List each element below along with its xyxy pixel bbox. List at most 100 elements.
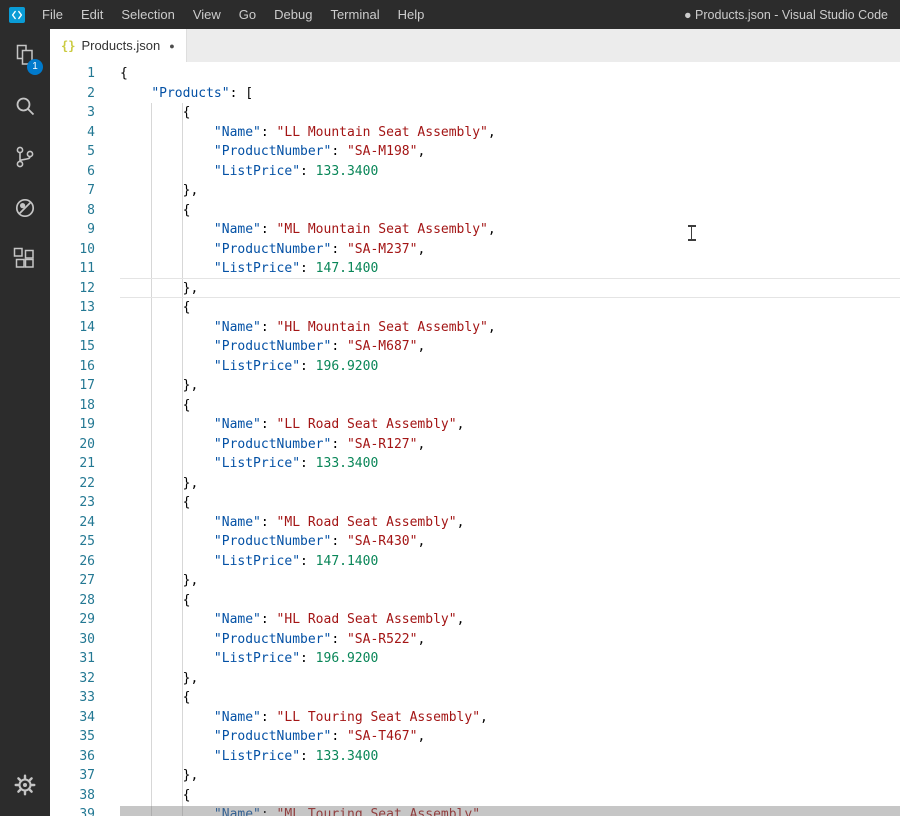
horizontal-scrollbar[interactable]	[120, 806, 900, 816]
code-line-17[interactable]: 17 },	[50, 376, 900, 396]
code-line-16[interactable]: 16 "ListPrice": 196.9200	[50, 357, 900, 377]
activity-item-explorer[interactable]: 1	[0, 29, 50, 80]
code-line-30[interactable]: 30 "ProductNumber": "SA-R522",	[50, 630, 900, 650]
code-line-2[interactable]: 2 "Products": [	[50, 84, 900, 104]
code-line-34[interactable]: 34 "Name": "LL Touring Seat Assembly",	[50, 708, 900, 728]
line-number[interactable]: 28	[50, 591, 95, 611]
code-line-32[interactable]: 32 },	[50, 669, 900, 689]
line-number[interactable]: 16	[50, 357, 95, 377]
line-content[interactable]: },	[95, 669, 198, 689]
code-line-28[interactable]: 28 {	[50, 591, 900, 611]
line-number[interactable]: 27	[50, 571, 95, 591]
line-number[interactable]: 36	[50, 747, 95, 767]
line-number[interactable]: 1	[50, 64, 95, 84]
code-line-6[interactable]: 6 "ListPrice": 133.3400	[50, 162, 900, 182]
line-number[interactable]: 4	[50, 123, 95, 143]
code-line-20[interactable]: 20 "ProductNumber": "SA-R127",	[50, 435, 900, 455]
line-content[interactable]: "ListPrice": 196.9200	[95, 649, 378, 669]
line-content[interactable]: },	[95, 376, 198, 396]
line-content[interactable]: "ProductNumber": "SA-M237",	[95, 240, 425, 260]
activity-item-source-control[interactable]	[0, 131, 50, 182]
line-number[interactable]: 15	[50, 337, 95, 357]
line-content[interactable]: {	[95, 786, 190, 806]
code-line-27[interactable]: 27 },	[50, 571, 900, 591]
line-content[interactable]: {	[95, 103, 190, 123]
activity-item-search[interactable]	[0, 80, 50, 131]
code-line-26[interactable]: 26 "ListPrice": 147.1400	[50, 552, 900, 572]
activity-item-extensions[interactable]	[0, 233, 50, 284]
code-line-24[interactable]: 24 "Name": "ML Road Seat Assembly",	[50, 513, 900, 533]
line-content[interactable]: {	[95, 201, 190, 221]
line-number[interactable]: 14	[50, 318, 95, 338]
line-content[interactable]: "ListPrice": 147.1400	[95, 552, 378, 572]
menu-edit[interactable]: Edit	[72, 0, 112, 29]
line-content[interactable]: },	[95, 766, 198, 786]
line-content[interactable]: },	[95, 571, 198, 591]
menu-selection[interactable]: Selection	[112, 0, 183, 29]
code-line-19[interactable]: 19 "Name": "LL Road Seat Assembly",	[50, 415, 900, 435]
code-line-1[interactable]: 1{	[50, 64, 900, 84]
line-number[interactable]: 13	[50, 298, 95, 318]
line-content[interactable]: },	[95, 279, 198, 299]
code-line-14[interactable]: 14 "Name": "HL Mountain Seat Assembly",	[50, 318, 900, 338]
line-number[interactable]: 17	[50, 376, 95, 396]
line-number[interactable]: 21	[50, 454, 95, 474]
line-number[interactable]: 23	[50, 493, 95, 513]
code-line-22[interactable]: 22 },	[50, 474, 900, 494]
code-area[interactable]: 1{2 "Products": [3 {4 "Name": "LL Mounta…	[50, 64, 900, 816]
editor[interactable]: 1{2 "Products": [3 {4 "Name": "LL Mounta…	[50, 62, 900, 816]
line-content[interactable]: {	[95, 64, 128, 84]
line-content[interactable]: "Name": "HL Mountain Seat Assembly",	[95, 318, 496, 338]
line-number[interactable]: 8	[50, 201, 95, 221]
code-line-10[interactable]: 10 "ProductNumber": "SA-M237",	[50, 240, 900, 260]
code-line-36[interactable]: 36 "ListPrice": 133.3400	[50, 747, 900, 767]
tab-products-json[interactable]: {} Products.json ●	[50, 29, 187, 62]
code-line-31[interactable]: 31 "ListPrice": 196.9200	[50, 649, 900, 669]
line-number[interactable]: 37	[50, 766, 95, 786]
line-number[interactable]: 38	[50, 786, 95, 806]
line-number[interactable]: 34	[50, 708, 95, 728]
line-number[interactable]: 6	[50, 162, 95, 182]
line-content[interactable]: "ListPrice": 133.3400	[95, 162, 378, 182]
activity-item-debug[interactable]	[0, 182, 50, 233]
line-number[interactable]: 30	[50, 630, 95, 650]
line-content[interactable]: "Name": "LL Road Seat Assembly",	[95, 415, 464, 435]
line-number[interactable]: 19	[50, 415, 95, 435]
menu-debug[interactable]: Debug	[265, 0, 321, 29]
line-content[interactable]: "ProductNumber": "SA-M198",	[95, 142, 425, 162]
line-content[interactable]: "ListPrice": 133.3400	[95, 454, 378, 474]
line-number[interactable]: 32	[50, 669, 95, 689]
line-content[interactable]: "Name": "ML Road Seat Assembly",	[95, 513, 464, 533]
line-number[interactable]: 26	[50, 552, 95, 572]
code-line-9[interactable]: 9 "Name": "ML Mountain Seat Assembly",	[50, 220, 900, 240]
line-number[interactable]: 18	[50, 396, 95, 416]
line-number[interactable]: 39	[50, 805, 95, 816]
line-content[interactable]: "ListPrice": 196.9200	[95, 357, 378, 377]
line-content[interactable]: "Name": "LL Mountain Seat Assembly",	[95, 123, 496, 143]
line-content[interactable]: "ListPrice": 147.1400	[95, 259, 378, 279]
line-number[interactable]: 11	[50, 259, 95, 279]
menu-go[interactable]: Go	[230, 0, 265, 29]
line-number[interactable]: 12	[50, 279, 95, 299]
menu-view[interactable]: View	[184, 0, 230, 29]
code-line-33[interactable]: 33 {	[50, 688, 900, 708]
line-number[interactable]: 3	[50, 103, 95, 123]
line-content[interactable]: "ListPrice": 133.3400	[95, 747, 378, 767]
code-line-38[interactable]: 38 {	[50, 786, 900, 806]
line-number[interactable]: 33	[50, 688, 95, 708]
code-line-12[interactable]: 12 },	[50, 279, 900, 299]
menu-terminal[interactable]: Terminal	[321, 0, 388, 29]
activity-item-settings[interactable]	[0, 759, 50, 810]
line-content[interactable]: {	[95, 591, 190, 611]
line-content[interactable]: {	[95, 688, 190, 708]
line-content[interactable]: "ProductNumber": "SA-R522",	[95, 630, 425, 650]
menu-help[interactable]: Help	[389, 0, 434, 29]
line-number[interactable]: 25	[50, 532, 95, 552]
code-line-4[interactable]: 4 "Name": "LL Mountain Seat Assembly",	[50, 123, 900, 143]
line-content[interactable]: "ProductNumber": "SA-M687",	[95, 337, 425, 357]
line-number[interactable]: 35	[50, 727, 95, 747]
code-line-7[interactable]: 7 },	[50, 181, 900, 201]
line-content[interactable]: "Name": "ML Mountain Seat Assembly",	[95, 220, 496, 240]
code-line-21[interactable]: 21 "ListPrice": 133.3400	[50, 454, 900, 474]
code-line-25[interactable]: 25 "ProductNumber": "SA-R430",	[50, 532, 900, 552]
